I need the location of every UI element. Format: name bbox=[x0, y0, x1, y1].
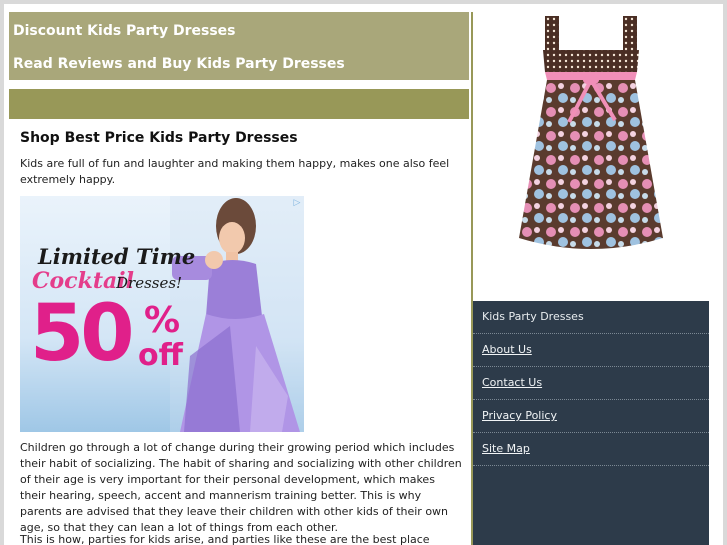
model-in-dress-image bbox=[170, 196, 304, 432]
sidebar-item-kids-party-dresses[interactable]: Kids Party Dresses bbox=[473, 301, 709, 334]
site-title[interactable]: Discount Kids Party Dresses bbox=[13, 23, 236, 39]
sidebar-item-privacy-policy[interactable]: Privacy Policy bbox=[473, 400, 709, 433]
sidebar-item-label[interactable]: About Us bbox=[482, 343, 532, 356]
sidebar-nav: Kids Party Dresses About Us Contact Us P… bbox=[473, 301, 709, 545]
advertisement-banner[interactable]: ▷ Limited Time Cocktail Dresses! 50 % of… bbox=[20, 196, 304, 432]
site-subtitle: Read Reviews and Buy Kids Party Dresses bbox=[13, 56, 345, 72]
sidebar-item-label[interactable]: Privacy Policy bbox=[482, 409, 557, 422]
sidebar-item-label[interactable]: Site Map bbox=[482, 442, 530, 455]
body-paragraph-continued: This is how, parties for kids arise, and… bbox=[20, 533, 430, 545]
page-heading: Shop Best Price Kids Party Dresses bbox=[20, 130, 298, 146]
ad-limited-time-text: Limited Time bbox=[38, 244, 196, 269]
sidebar-item-about-us[interactable]: About Us bbox=[473, 334, 709, 367]
floral-dress-image bbox=[519, 16, 663, 249]
main-content: Shop Best Price Kids Party Dresses Kids … bbox=[20, 130, 462, 545]
ad-off-text: off bbox=[138, 338, 183, 373]
ad-percent-sign: % bbox=[144, 300, 181, 341]
page: Discount Kids Party Dresses Read Reviews… bbox=[4, 4, 723, 545]
sidebar-item-contact-us[interactable]: Contact Us bbox=[473, 367, 709, 400]
product-image[interactable] bbox=[473, 10, 709, 298]
site-header: Discount Kids Party Dresses Read Reviews… bbox=[9, 12, 469, 80]
intro-paragraph: Kids are full of fun and laughter and ma… bbox=[20, 157, 450, 186]
sidebar-item-site-map[interactable]: Site Map bbox=[473, 433, 709, 466]
body-paragraph: Children go through a lot of change duri… bbox=[20, 441, 462, 534]
nav-bar bbox=[9, 89, 469, 119]
ad-discount-number: 50 bbox=[30, 289, 135, 379]
sidebar-item-label[interactable]: Contact Us bbox=[482, 376, 542, 389]
sidebar-item-label: Kids Party Dresses bbox=[482, 310, 584, 323]
